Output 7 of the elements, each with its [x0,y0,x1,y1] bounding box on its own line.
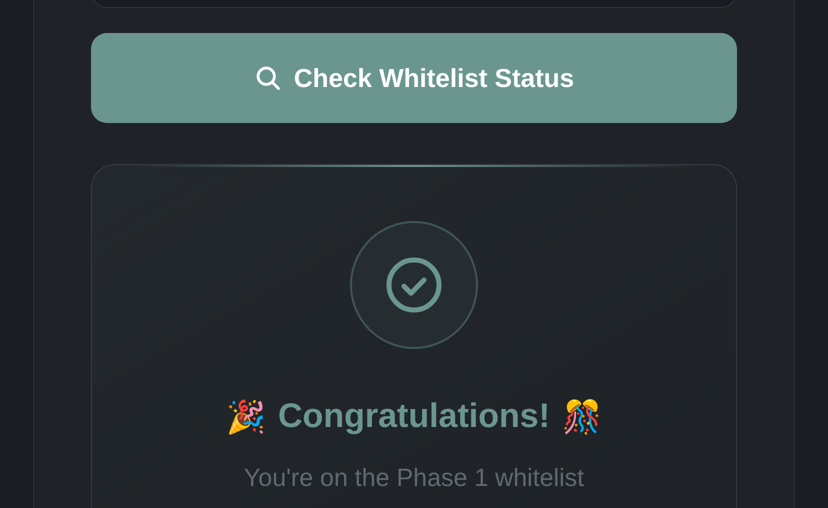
check-circle-icon [384,255,444,316]
search-icon [254,64,282,92]
party-popper-emoji: 🎉 [226,398,266,437]
confetti-emoji: 🎊 [562,398,602,437]
check-status-button[interactable]: Check Whitelist Status [91,33,737,124]
congratulations-title: Congratulations! [278,396,550,438]
whitelist-message: You're on the Phase 1 whitelist [244,463,584,494]
